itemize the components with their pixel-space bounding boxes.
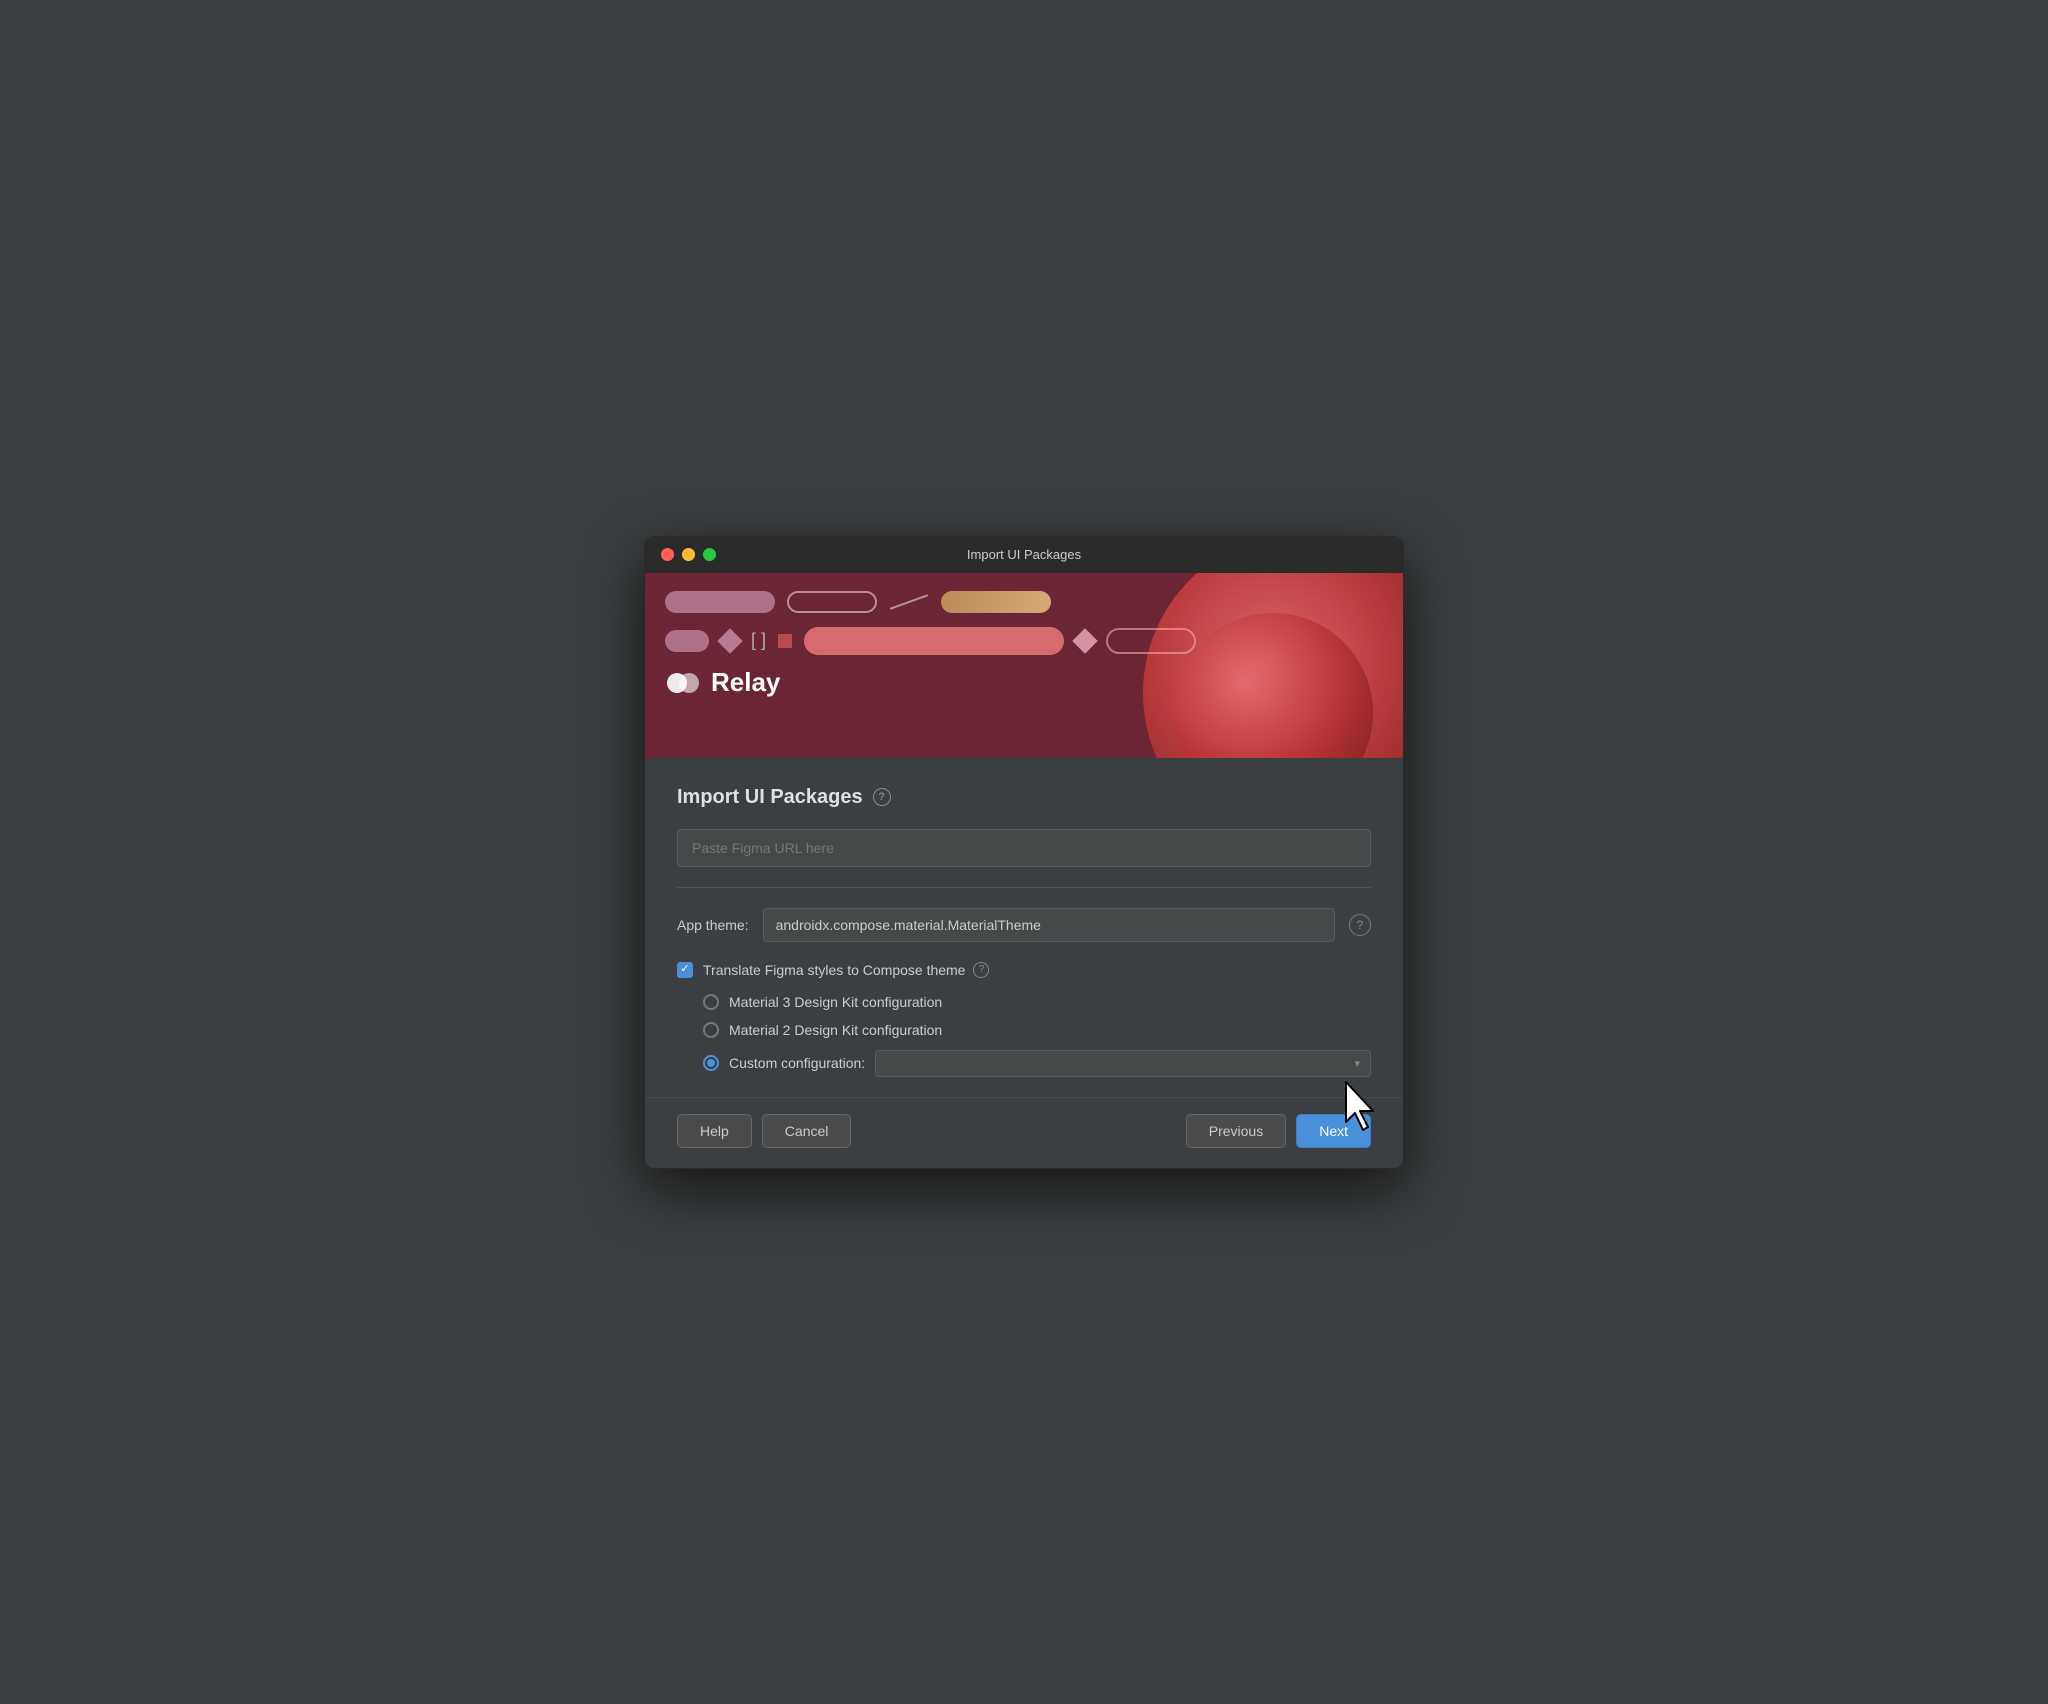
relay-logo-area: Relay [665, 665, 1383, 701]
radio-material3-row[interactable]: Material 3 Design Kit configuration [703, 994, 1371, 1010]
radio-custom-label: Custom configuration: [729, 1055, 865, 1071]
divider [677, 887, 1371, 888]
right-buttons: Previous Next [1186, 1114, 1371, 1148]
hero-decoration-row1 [665, 591, 1383, 613]
help-button[interactable]: Help [677, 1114, 752, 1148]
dec-pill-4 [665, 630, 709, 652]
window-title: Import UI Packages [967, 547, 1081, 562]
previous-button[interactable]: Previous [1186, 1114, 1286, 1148]
radio-material2-row[interactable]: Material 2 Design Kit configuration [703, 1022, 1371, 1038]
hero-decoration-row2: [ ] [665, 627, 1383, 655]
radio-material2-label: Material 2 Design Kit configuration [729, 1022, 942, 1038]
translate-checkbox-row[interactable]: ✓ Translate Figma styles to Compose them… [677, 962, 1371, 978]
translate-checkbox[interactable]: ✓ [677, 962, 693, 978]
title-help-icon[interactable]: ? [873, 788, 891, 806]
dec-diamond-2 [1072, 628, 1097, 653]
radio-material2[interactable] [703, 1022, 719, 1038]
dec-pill-3 [941, 591, 1051, 613]
dec-square [778, 634, 792, 648]
next-button[interactable]: Next [1296, 1114, 1371, 1148]
translate-help-icon[interactable]: ? [973, 962, 989, 978]
radio-group: Material 3 Design Kit configuration Mate… [703, 994, 1371, 1077]
main-content: Import UI Packages ? App theme: ? ✓ Tran… [645, 758, 1403, 1097]
checkmark-icon: ✓ [680, 964, 689, 975]
figma-url-input[interactable] [677, 829, 1371, 867]
dec-bracket: [ ] [751, 630, 766, 651]
custom-config-area: ▾ [875, 1050, 1371, 1077]
title-bar: Import UI Packages [645, 537, 1403, 573]
app-theme-input[interactable] [763, 908, 1335, 942]
radio-custom[interactable] [703, 1055, 719, 1071]
app-theme-help-icon[interactable]: ? [1349, 914, 1371, 936]
maximize-button[interactable] [703, 548, 716, 561]
main-window: Import UI Packages [ ] [644, 536, 1404, 1169]
relay-logo-text: Relay [711, 667, 780, 698]
chevron-down-icon: ▾ [1354, 1057, 1360, 1070]
minimize-button[interactable] [682, 548, 695, 561]
custom-config-dropdown[interactable]: ▾ [875, 1050, 1371, 1077]
relay-logo-icon [665, 665, 701, 701]
translate-checkbox-label: Translate Figma styles to Compose theme … [703, 962, 989, 978]
app-theme-label: App theme: [677, 917, 749, 933]
dec-line [890, 594, 928, 610]
dec-pill-6 [1106, 628, 1196, 654]
page-title: Import UI Packages [677, 786, 863, 809]
radio-custom-row[interactable]: Custom configuration: ▾ [703, 1050, 1371, 1077]
app-theme-row: App theme: ? [677, 908, 1371, 942]
bottom-bar: Help Cancel Previous Next [645, 1097, 1403, 1168]
dec-pill-1 [665, 591, 775, 613]
close-button[interactable] [661, 548, 674, 561]
radio-material3[interactable] [703, 994, 719, 1010]
cancel-button[interactable]: Cancel [762, 1114, 852, 1148]
dec-pill-5 [804, 627, 1064, 655]
radio-material3-label: Material 3 Design Kit configuration [729, 994, 942, 1010]
page-title-area: Import UI Packages ? [677, 786, 1371, 809]
window-controls [661, 548, 716, 561]
dec-diamond-1 [717, 628, 742, 653]
hero-banner: [ ] Relay [645, 573, 1403, 758]
dec-pill-2 [787, 591, 877, 613]
left-buttons: Help Cancel [677, 1114, 851, 1148]
